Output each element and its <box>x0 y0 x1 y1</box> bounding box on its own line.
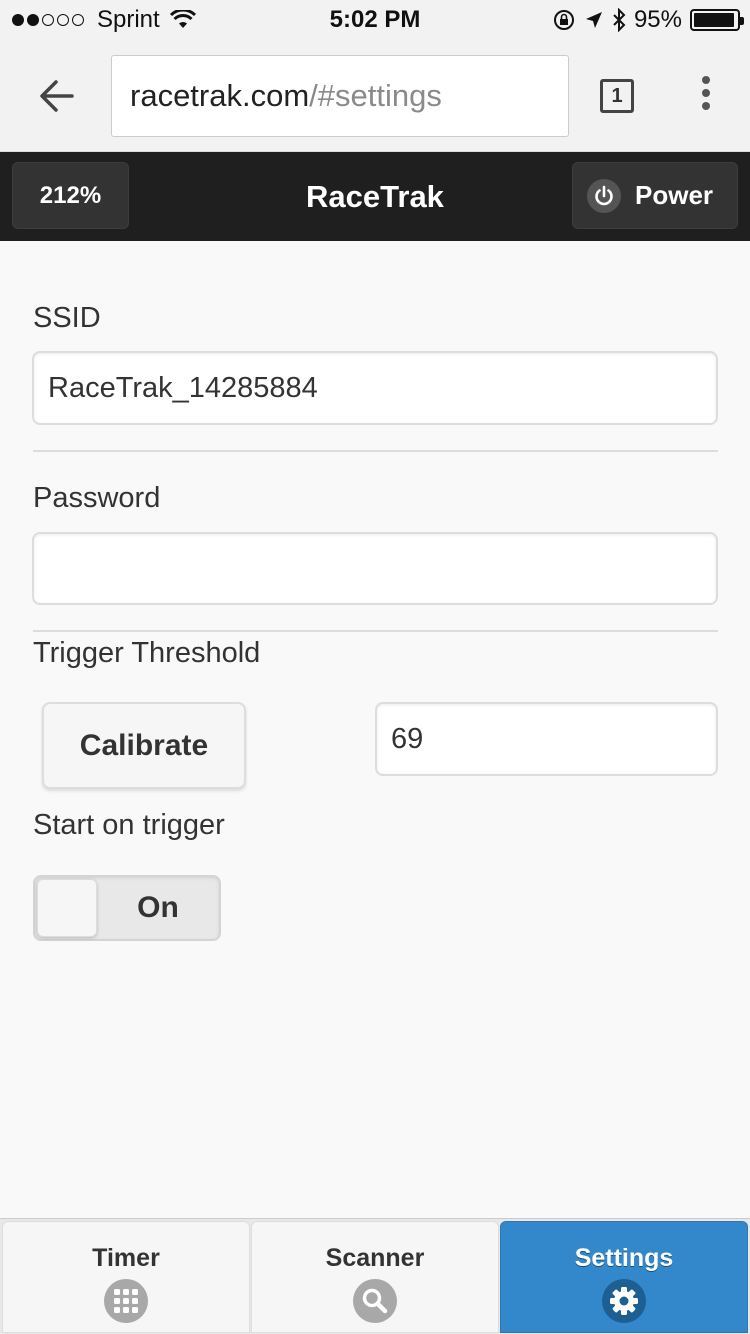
ssid-label: SSID <box>33 302 101 334</box>
back-arrow-icon[interactable] <box>36 76 76 116</box>
toggle-handle[interactable] <box>37 879 97 937</box>
bottom-tab-bar: Timer Scanner Settings <box>0 1218 750 1334</box>
power-icon <box>587 178 621 213</box>
battery-percent: 95% <box>633 6 682 33</box>
trigger-threshold-label: Trigger Threshold <box>33 637 261 669</box>
power-button[interactable]: Power <box>572 162 738 229</box>
rotation-lock-icon <box>553 10 574 30</box>
grid-icon <box>104 1279 148 1323</box>
location-arrow-icon <box>585 12 602 28</box>
browser-toolbar: racetrak.com/#settings 1 <box>0 40 750 152</box>
tab-label: Scanner <box>325 1244 425 1272</box>
ssid-input[interactable]: RaceTrak_14285884 <box>32 351 718 425</box>
status-bar: Sprint 5:02 PM 95% <box>0 0 750 40</box>
password-input[interactable] <box>32 532 718 605</box>
url-bar[interactable]: racetrak.com/#settings <box>111 55 569 137</box>
power-label: Power <box>635 180 714 210</box>
url-path: /#settings <box>309 78 442 113</box>
divider <box>33 450 718 452</box>
threshold-input[interactable]: 69 <box>375 702 718 776</box>
battery-icon <box>690 9 744 31</box>
tab-label: Settings <box>574 1244 674 1272</box>
overflow-menu-icon[interactable] <box>696 76 716 116</box>
tab-settings[interactable]: Settings <box>500 1221 748 1333</box>
zoom-button[interactable]: 212% <box>12 162 129 229</box>
status-right: 95% <box>544 6 744 34</box>
tabs-icon[interactable]: 1 <box>600 79 634 113</box>
bluetooth-icon <box>613 8 626 32</box>
toggle-label: On <box>137 891 179 924</box>
gear-icon <box>602 1279 646 1323</box>
app-header: RaceTrak 212% Power <box>0 152 750 241</box>
start-on-trigger-label: Start on trigger <box>33 809 225 841</box>
start-on-trigger-toggle[interactable]: On <box>33 875 221 941</box>
url-host: racetrak.com <box>130 78 310 113</box>
calibrate-button[interactable]: Calibrate <box>42 702 246 789</box>
tab-scanner[interactable]: Scanner <box>251 1221 499 1333</box>
password-label: Password <box>33 482 161 514</box>
search-icon <box>353 1279 397 1323</box>
tab-label: Timer <box>92 1244 160 1272</box>
tab-timer[interactable]: Timer <box>2 1221 250 1333</box>
divider <box>33 630 718 632</box>
